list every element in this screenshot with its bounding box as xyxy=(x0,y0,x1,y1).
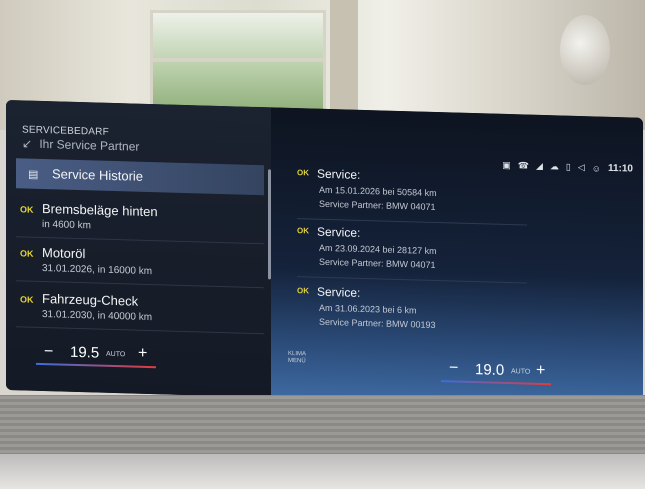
notification-icon: ▣ xyxy=(502,159,511,171)
menu-item-detail: 31.01.2026, in 16000 km xyxy=(42,263,153,278)
service-entry[interactable]: OK Service: Am 15.01.2026 bei 50584 km S… xyxy=(297,166,527,226)
temp-decrease-button[interactable]: − xyxy=(449,359,458,377)
passenger-temperature: 19.0 xyxy=(475,361,505,379)
signal-icon: ◢ xyxy=(535,160,543,171)
service-entry-date: Am 31.06.2023 bei 6 km xyxy=(319,302,417,316)
history-icon: ▤ xyxy=(28,168,39,181)
background-window xyxy=(150,10,326,116)
service-entry-partner: Service Partner: BMW 00193 xyxy=(319,316,436,330)
service-entry-date: Am 23.09.2024 bei 28127 km xyxy=(319,242,437,257)
phone-icon: ☎ xyxy=(517,160,529,171)
status-ok-badge: OK xyxy=(297,226,309,236)
temp-increase-button[interactable]: + xyxy=(138,345,147,363)
menu-label: MENÜ xyxy=(288,357,306,365)
sim-icon: ▯ xyxy=(565,161,571,172)
infotainment-display: SERVICEBEDARF ↙ Ihr Service Partner ▤ Se… xyxy=(6,100,643,408)
temp-increase-button[interactable]: + xyxy=(536,362,545,380)
menu-item-motoroel[interactable]: OK Motoröl 31.01.2026, in 16000 km xyxy=(16,240,264,289)
service-entry[interactable]: OK Service: Am 23.09.2024 bei 28127 km S… xyxy=(297,224,527,284)
service-entry-title: Service: xyxy=(317,284,361,300)
divider xyxy=(297,276,527,284)
service-partner-label: Ihr Service Partner xyxy=(39,136,140,154)
status-ok-badge: OK xyxy=(20,294,34,305)
connection-icon: ☁ xyxy=(549,161,559,172)
temp-decrease-button[interactable]: − xyxy=(44,343,53,361)
menu-item-label: Fahrzeug-Check xyxy=(42,291,139,309)
service-partner-item[interactable]: ↙ Ihr Service Partner xyxy=(22,136,139,153)
menu-item-bremsbelaege[interactable]: OK Bremsbeläge hinten in 4600 km xyxy=(16,196,264,245)
menu-item-label: Service Historie xyxy=(52,166,144,184)
service-entry[interactable]: OK Service: Am 31.06.2023 bei 6 km Servi… xyxy=(297,284,527,330)
service-entry-partner: Service Partner: BMW 04071 xyxy=(319,256,436,270)
background-lamp xyxy=(560,15,610,85)
menu-item-detail: 31.01.2030, in 40000 km xyxy=(42,309,153,324)
user-icon: ☺ xyxy=(591,162,601,174)
status-ok-badge: OK xyxy=(20,248,34,259)
menu-item-detail: in 4600 km xyxy=(42,219,91,232)
service-menu-panel: SERVICEBEDARF ↙ Ihr Service Partner ▤ Se… xyxy=(6,100,271,398)
volume-icon: ◁ xyxy=(577,161,585,173)
service-entry-date: Am 15.01.2026 bei 50584 km xyxy=(319,184,437,199)
dashboard-surface xyxy=(0,395,645,489)
menu-item-label: Bremsbeläge hinten xyxy=(42,201,158,220)
climate-auto-label: AUTO xyxy=(106,350,126,359)
status-ok-badge: OK xyxy=(297,168,309,178)
clock: 11:10 xyxy=(607,162,633,175)
status-bar: ▣ ☎ ◢ ☁ ▯ ◁ ☺ 11:10 xyxy=(502,160,633,175)
service-entry-title: Service: xyxy=(317,224,361,240)
climate-auto-label: AUTO xyxy=(511,368,531,376)
klima-menu-button[interactable]: KLIMA MENÜ xyxy=(288,351,306,366)
menu-item-label: Motoröl xyxy=(42,245,86,262)
menu-item-service-historie[interactable]: ▤ Service Historie xyxy=(16,158,264,196)
driver-temperature: 19.5 xyxy=(70,343,100,362)
service-entry-partner: Service Partner: BMW 04071 xyxy=(319,198,436,212)
back-arrow-icon: ↙ xyxy=(22,136,33,151)
status-ok-badge: OK xyxy=(297,286,309,296)
status-ok-badge: OK xyxy=(20,204,34,215)
menu-item-fahrzeug-check[interactable]: OK Fahrzeug-Check 31.01.2030, in 40000 k… xyxy=(16,286,264,335)
service-entry-title: Service: xyxy=(317,166,361,182)
